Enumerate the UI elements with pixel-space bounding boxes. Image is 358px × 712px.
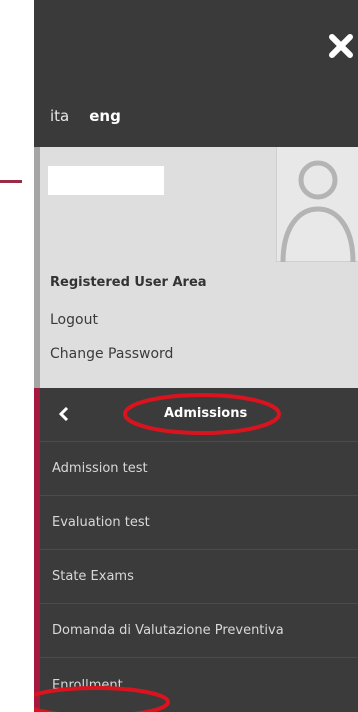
page-background: [0, 0, 34, 712]
logout-link[interactable]: Logout: [50, 312, 98, 328]
menu-item-admission-test[interactable]: Admission test: [40, 442, 358, 496]
user-area-title: Registered User Area: [50, 275, 207, 290]
menu-header: Admissions: [40, 388, 358, 442]
admissions-menu: Admissions Admission test Evaluation tes…: [34, 388, 358, 712]
back-button[interactable]: [57, 406, 71, 422]
menu-item-enrollment[interactable]: Enrollment: [40, 658, 358, 712]
user-name-box: [48, 166, 164, 195]
language-ita[interactable]: ita: [50, 107, 69, 125]
page-accent-line: [0, 180, 22, 183]
side-drawer: ita eng Registered User Area Logout Chan…: [34, 0, 358, 712]
user-panel: Registered User Area Logout Change Passw…: [34, 147, 358, 388]
close-icon: [329, 34, 353, 58]
language-eng[interactable]: eng: [89, 107, 121, 125]
language-switcher: ita eng: [34, 98, 141, 134]
change-password-link[interactable]: Change Password: [50, 346, 173, 362]
avatar-placeholder-icon: [280, 160, 356, 263]
avatar: [276, 147, 358, 263]
chevron-left-icon: [59, 407, 69, 421]
menu-item-state-exams[interactable]: State Exams: [40, 550, 358, 604]
menu-item-valutazione-preventiva[interactable]: Domanda di Valutazione Preventiva: [40, 604, 358, 658]
close-button[interactable]: [326, 30, 356, 62]
menu-item-evaluation-test[interactable]: Evaluation test: [40, 496, 358, 550]
menu-title: Admissions: [164, 406, 248, 421]
